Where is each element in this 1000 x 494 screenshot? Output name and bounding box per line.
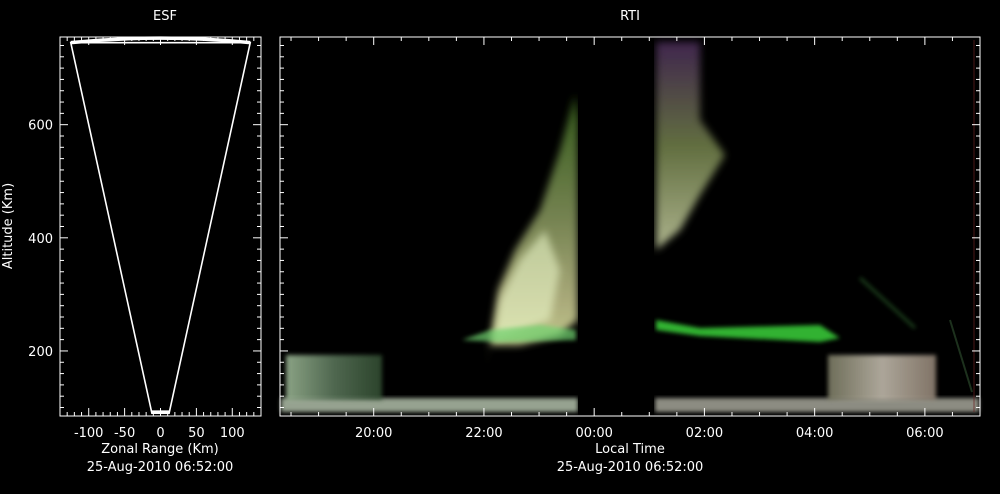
- rti-title: RTI: [620, 9, 640, 24]
- esf-y-axis-label: Altitude (Km): [1, 183, 16, 269]
- esf-y-tick-label: 200: [28, 345, 53, 360]
- rti-x-tick-label: 02:00: [686, 426, 723, 441]
- esf-x-tick-label: 0: [156, 426, 164, 441]
- esf-timestamp: 25-Aug-2010 06:52:00: [87, 460, 234, 475]
- esf-panel: ESF -100 -50 0 50 100 200 400 600 Zonal Range …: [1, 9, 262, 475]
- rti-x-axis-label: Local Time: [595, 442, 665, 457]
- rti-early-echoes: [286, 355, 382, 400]
- esf-y-tick-label: 600: [28, 119, 53, 134]
- rti-data-gap: [578, 38, 654, 415]
- figure: ESF -100 -50 0 50 100 200 400 600 Zonal Range …: [1, 9, 981, 475]
- esf-title: ESF: [153, 9, 177, 24]
- esf-x-tick-label: 100: [220, 426, 245, 441]
- rti-x-tick-label: 06:00: [906, 426, 943, 441]
- rti-x-tick-label: 22:00: [465, 426, 502, 441]
- esf-x-tick-label: -50: [114, 426, 135, 441]
- esf-y-tick-label: 400: [28, 232, 53, 247]
- rti-bottom-layer-right: [655, 398, 979, 412]
- rti-panel: RTI 20:00 22:00 00:00 02:00 04:00 06:00 …: [279, 9, 981, 475]
- rti-late-echoes: [828, 355, 936, 400]
- rti-bottom-layer: [281, 398, 578, 412]
- esf-plot-frame: [59, 36, 262, 417]
- esf-x-tick-label: -100: [74, 426, 104, 441]
- esf-x-axis-label: Zonal Range (Km): [101, 442, 218, 457]
- rti-x-tick-label: 20:00: [355, 426, 392, 441]
- rti-x-tick-label: 04:00: [796, 426, 833, 441]
- esf-x-tick-label: 50: [188, 426, 205, 441]
- rti-x-tick-label: 00:00: [575, 426, 612, 441]
- rti-timestamp: 25-Aug-2010 06:52:00: [557, 460, 704, 475]
